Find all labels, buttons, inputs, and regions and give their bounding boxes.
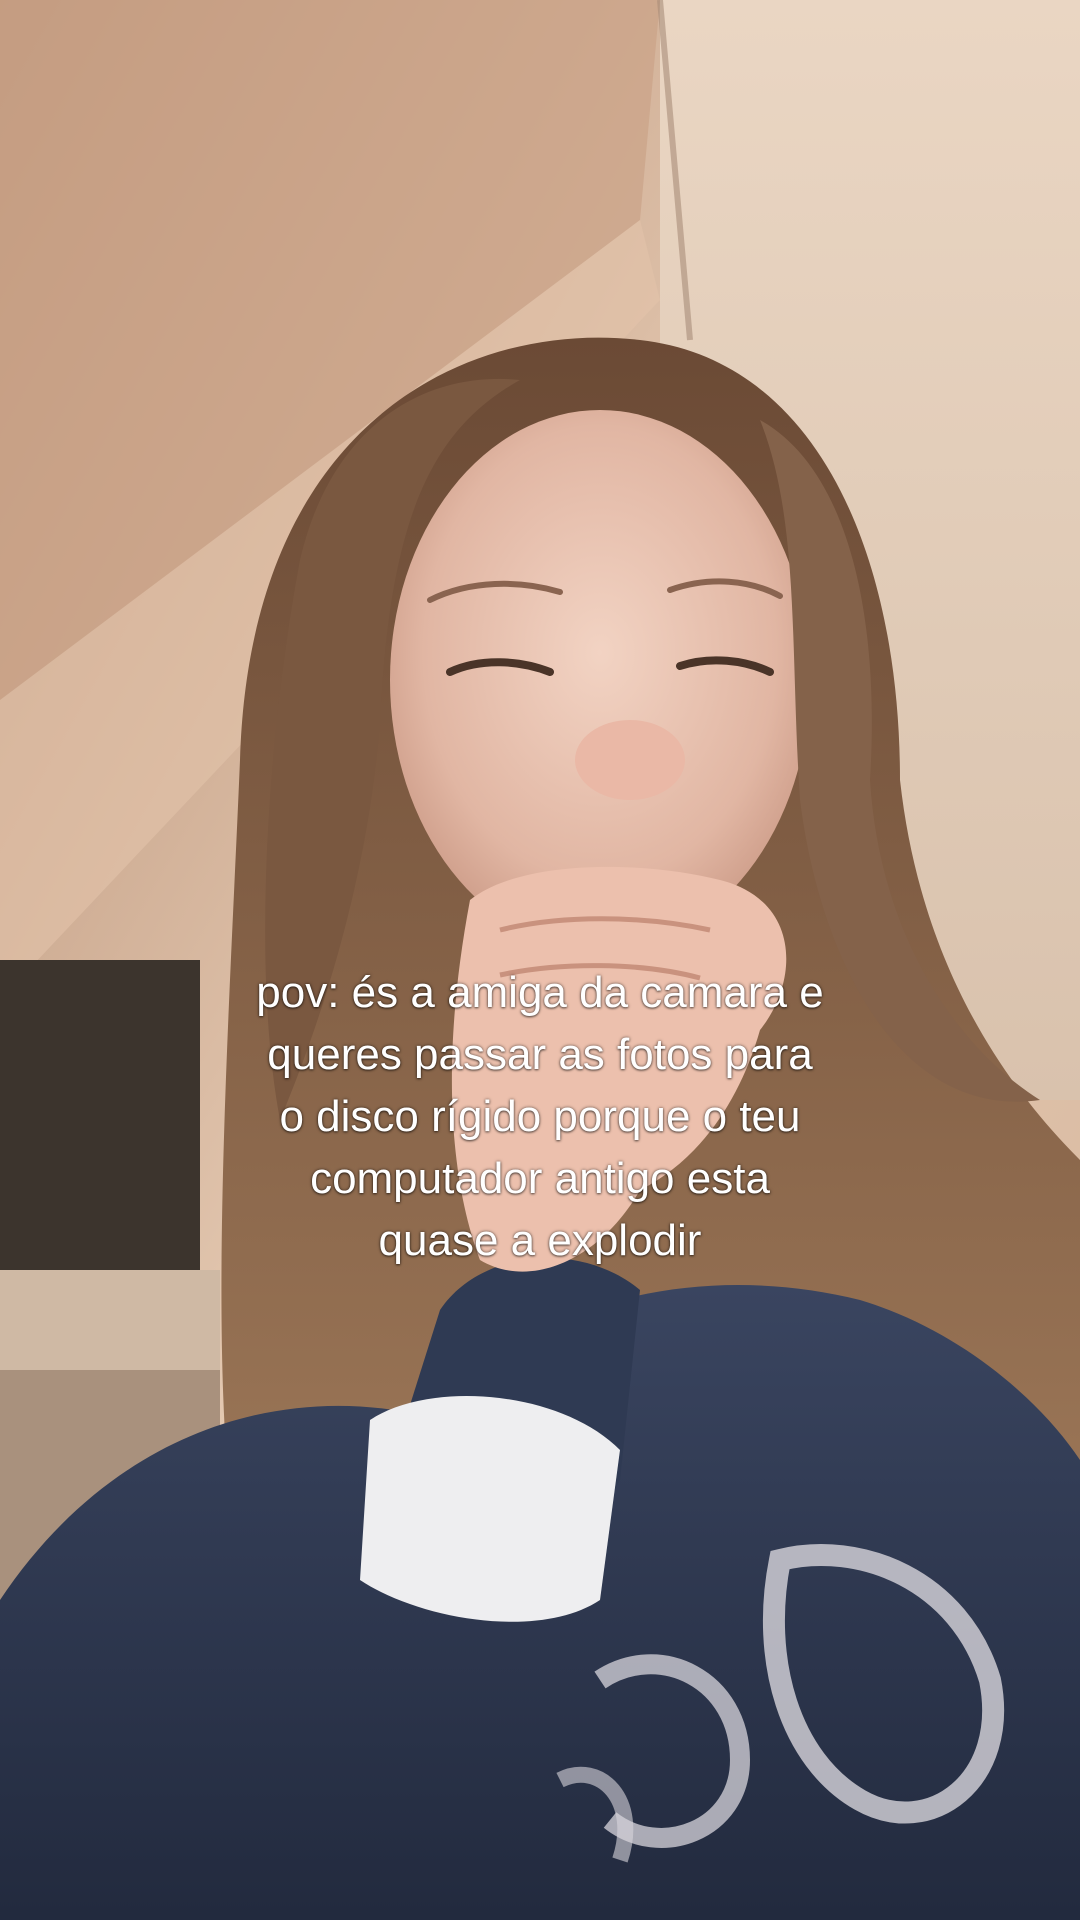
photo-scene — [0, 0, 1080, 1920]
caption-line: computador antigo esta — [310, 1154, 770, 1203]
video-frame: pov: és a amiga da camara e queres passa… — [0, 0, 1080, 1920]
caption-line: o disco rígido porque o teu — [279, 1092, 801, 1141]
caption-line: quase a explodir — [378, 1216, 702, 1265]
caption-line: queres passar as fotos para — [267, 1030, 813, 1079]
video-caption: pov: és a amiga da camara e queres passa… — [140, 962, 940, 1272]
caption-line: pov: és a amiga da camara e — [256, 968, 824, 1017]
